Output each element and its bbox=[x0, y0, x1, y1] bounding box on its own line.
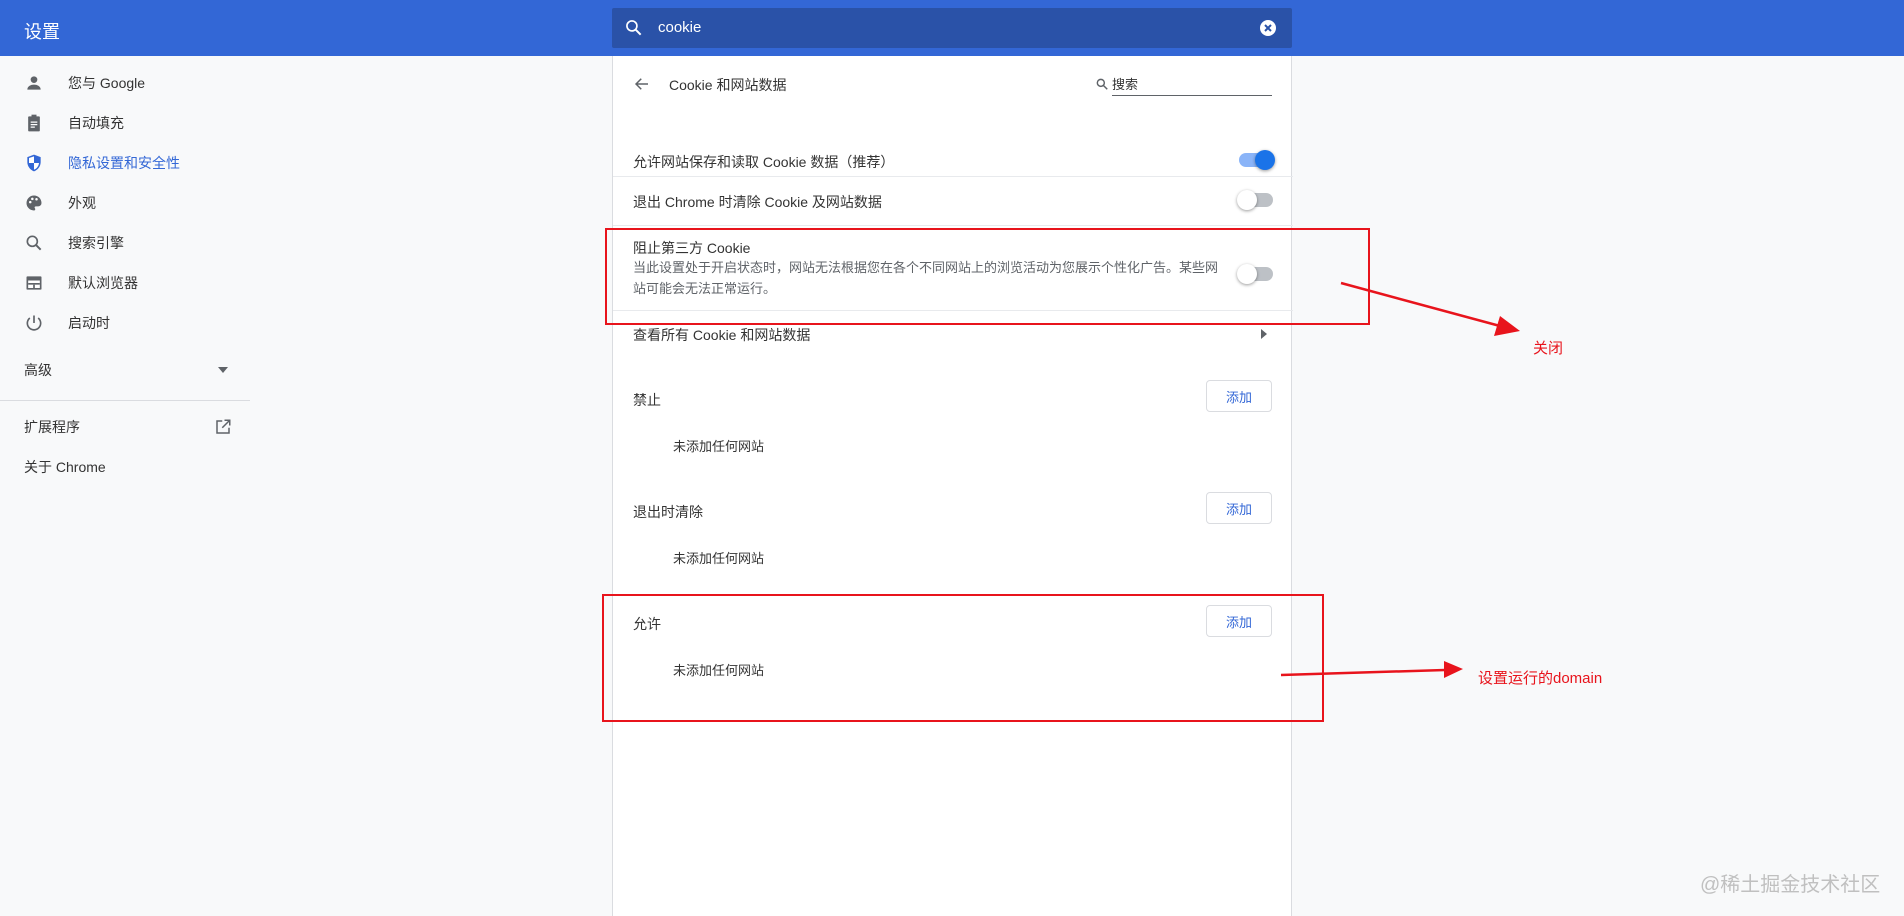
page-title: Cookie 和网站数据 bbox=[669, 77, 787, 93]
extensions-label: 扩展程序 bbox=[24, 419, 80, 435]
section-block: 禁止 bbox=[613, 390, 1293, 410]
sidebar-item-label: 隐私设置和安全性 bbox=[68, 155, 180, 171]
clear-on-exit-toggle[interactable] bbox=[1237, 190, 1273, 210]
sidebar-item-label: 自动填充 bbox=[68, 115, 124, 131]
settings-search-box[interactable]: cookie bbox=[612, 8, 1292, 48]
empty-list-text: 未添加任何网站 bbox=[673, 439, 765, 454]
about-label: 关于 Chrome bbox=[24, 459, 106, 475]
sidebar-item-on-startup[interactable]: 启动时 bbox=[0, 303, 250, 343]
header: 设置 cookie bbox=[0, 0, 1904, 56]
sidebar-item-label: 默认浏览器 bbox=[68, 275, 138, 291]
annotation-box-third-party bbox=[605, 228, 1370, 325]
sidebar-item-privacy[interactable]: 隐私设置和安全性 bbox=[0, 143, 250, 183]
sidebar-item-label: 搜索引擎 bbox=[68, 235, 124, 251]
sidebar-item-default-browser[interactable]: 默认浏览器 bbox=[0, 263, 250, 303]
add-clear-on-exit-button[interactable]: 添加 bbox=[1206, 492, 1272, 524]
advanced-label: 高级 bbox=[24, 362, 52, 378]
power-icon bbox=[26, 315, 42, 331]
setting-row-clear-on-exit: 退出 Chrome 时清除 Cookie 及网站数据 bbox=[613, 186, 1293, 218]
annotation-close-label: 关闭 bbox=[1533, 340, 1564, 357]
annotation-box-allow bbox=[602, 594, 1324, 722]
allow-cookies-toggle[interactable] bbox=[1239, 150, 1275, 170]
shield-icon bbox=[27, 154, 41, 172]
section-clear-on-exit: 退出时清除 bbox=[613, 502, 1293, 522]
sidebar-item-appearance[interactable]: 外观 bbox=[0, 183, 250, 223]
sidebar-advanced[interactable]: 高级 bbox=[0, 350, 250, 390]
section-label: 禁止 bbox=[633, 392, 661, 408]
browser-icon bbox=[26, 276, 42, 290]
clear-search-icon[interactable] bbox=[1259, 19, 1277, 37]
back-arrow-icon[interactable] bbox=[633, 75, 651, 93]
section-label: 退出时清除 bbox=[633, 504, 703, 520]
sidebar-item-autofill[interactable]: 自动填充 bbox=[0, 103, 250, 143]
search-icon bbox=[26, 235, 42, 251]
sidebar-item-label: 启动时 bbox=[68, 315, 110, 331]
sidebar-item-search-engine[interactable]: 搜索引擎 bbox=[0, 223, 250, 263]
cookie-settings-panel: Cookie 和网站数据 搜索 允许网站保存和读取 Cookie 数据（推荐） … bbox=[612, 56, 1293, 916]
external-link-icon bbox=[216, 419, 231, 434]
setting-row-allow-cookies: 允许网站保存和读取 Cookie 数据（推荐） bbox=[613, 144, 1293, 176]
search-icon bbox=[626, 20, 642, 36]
search-input[interactable]: cookie bbox=[658, 19, 701, 36]
chevron-right-icon bbox=[1261, 329, 1267, 339]
search-icon bbox=[1096, 78, 1108, 90]
empty-list-text: 未添加任何网站 bbox=[673, 551, 765, 566]
sidebar-item-you-and-google[interactable]: 您与 Google bbox=[0, 63, 250, 103]
person-icon bbox=[27, 76, 41, 90]
clipboard-icon bbox=[28, 114, 40, 132]
sidebar-item-about[interactable]: 关于 Chrome bbox=[0, 447, 250, 487]
palette-icon bbox=[26, 195, 42, 211]
watermark: @稀土掘金技术社区 bbox=[1700, 874, 1881, 896]
panel-search-input[interactable]: 搜索 bbox=[1112, 74, 1272, 96]
sidebar-item-extensions[interactable]: 扩展程序 bbox=[0, 407, 250, 447]
setting-label: 允许网站保存和读取 Cookie 数据（推荐） bbox=[633, 154, 895, 170]
sidebar-item-label: 外观 bbox=[68, 195, 96, 211]
caret-down-icon bbox=[218, 367, 228, 373]
view-all-label: 查看所有 Cookie 和网站数据 bbox=[633, 327, 811, 343]
sidebar-divider bbox=[0, 400, 250, 401]
app-title: 设置 bbox=[24, 22, 60, 42]
annotation-domain-label: 设置运行的domain bbox=[1478, 670, 1603, 687]
sidebar-item-label: 您与 Google bbox=[68, 75, 146, 91]
setting-label: 退出 Chrome 时清除 Cookie 及网站数据 bbox=[633, 194, 882, 210]
add-block-button[interactable]: 添加 bbox=[1206, 380, 1272, 412]
